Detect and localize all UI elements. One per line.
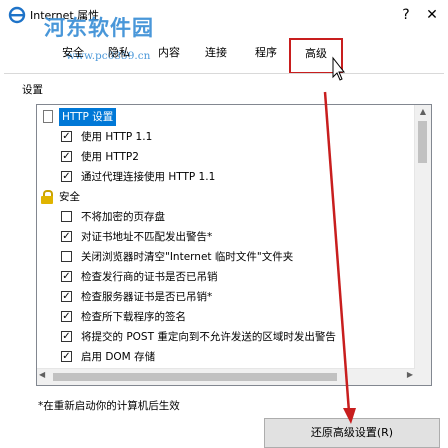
option-label: 关闭浏览器时清空"Internet 临时文件"文件夹 [81,251,294,263]
group-http-settings[interactable]: HTTP 设置 [43,108,183,126]
checkbox[interactable] [61,211,72,222]
tab-privacy[interactable]: 隐私 [108,44,130,60]
lock-icon [41,190,53,204]
checkbox[interactable] [61,251,72,262]
tab-content[interactable]: 内容 [158,44,180,60]
checkbox[interactable]: ✓ [61,271,72,282]
checkbox[interactable]: ✓ [61,131,72,142]
checkbox[interactable]: ✓ [61,151,72,162]
settings-list[interactable]: HTTP 设置 ✓ 使用 HTTP 1.1 ✓ 使用 HTTP2 ✓ 通过代理连… [36,104,432,386]
tab-connections[interactable]: 连接 [205,44,227,60]
reset-advanced-settings-button[interactable]: 还原高级设置(R) [264,418,440,448]
vertical-scroll-thumb[interactable] [418,121,427,163]
horizontal-scroll-thumb[interactable] [53,373,337,381]
tab-advanced[interactable]: 高级 [289,38,343,74]
option-label: 对证书地址不匹配发出警告* [81,231,213,243]
close-button[interactable]: ✕ [421,4,443,26]
checkbox[interactable]: ✓ [61,311,72,322]
horizontal-scrollbar[interactable]: ◀ ▶ [37,368,415,385]
option-label: 将提交的 POST 重定向到不允许发送的区域时发出警告 [81,331,336,343]
vertical-scrollbar[interactable]: ▲ [414,105,431,369]
checkbox[interactable]: ✓ [61,231,72,242]
page-icon [43,110,53,123]
option-label: 不将加密的页存盘 [81,211,165,223]
checkbox[interactable]: ✓ [61,351,72,362]
option-label: 检查发行商的证书是否已吊销 [81,271,218,283]
scroll-corner [415,369,431,385]
scroll-right-icon[interactable]: ▶ [407,370,413,379]
scroll-up-icon[interactable]: ▲ [415,105,431,119]
option-label: 检查服务器证书是否已吊销* [81,291,213,303]
group-label: 安全 [59,191,80,203]
restart-note: *在重新启动你的计算机后生效 [38,400,180,412]
group-label: HTTP 设置 [59,108,117,126]
help-button[interactable]: ? [395,4,417,26]
tab-divider [4,73,444,74]
settings-label: 设置 [22,84,43,96]
tab-programs[interactable]: 程序 [255,44,277,60]
scroll-left-icon[interactable]: ◀ [39,370,45,379]
group-security[interactable]: 安全 [41,188,161,206]
checkbox[interactable]: ✓ [61,171,72,182]
option-label: 检查所下载程序的签名 [81,311,186,323]
tab-strip: 安全 隐私 内容 连接 程序 高级 [0,36,448,74]
option-label: 使用 HTTP 1.1 [81,131,153,143]
option-label: 启用 DOM 存储 [81,351,156,363]
internet-explorer-icon [8,6,26,24]
option-label: 使用 HTTP2 [81,151,139,163]
tab-security[interactable]: 安全 [62,44,84,60]
checkbox[interactable]: ✓ [61,331,72,342]
checkbox[interactable]: ✓ [61,291,72,302]
option-label: 通过代理连接使用 HTTP 1.1 [81,171,216,183]
